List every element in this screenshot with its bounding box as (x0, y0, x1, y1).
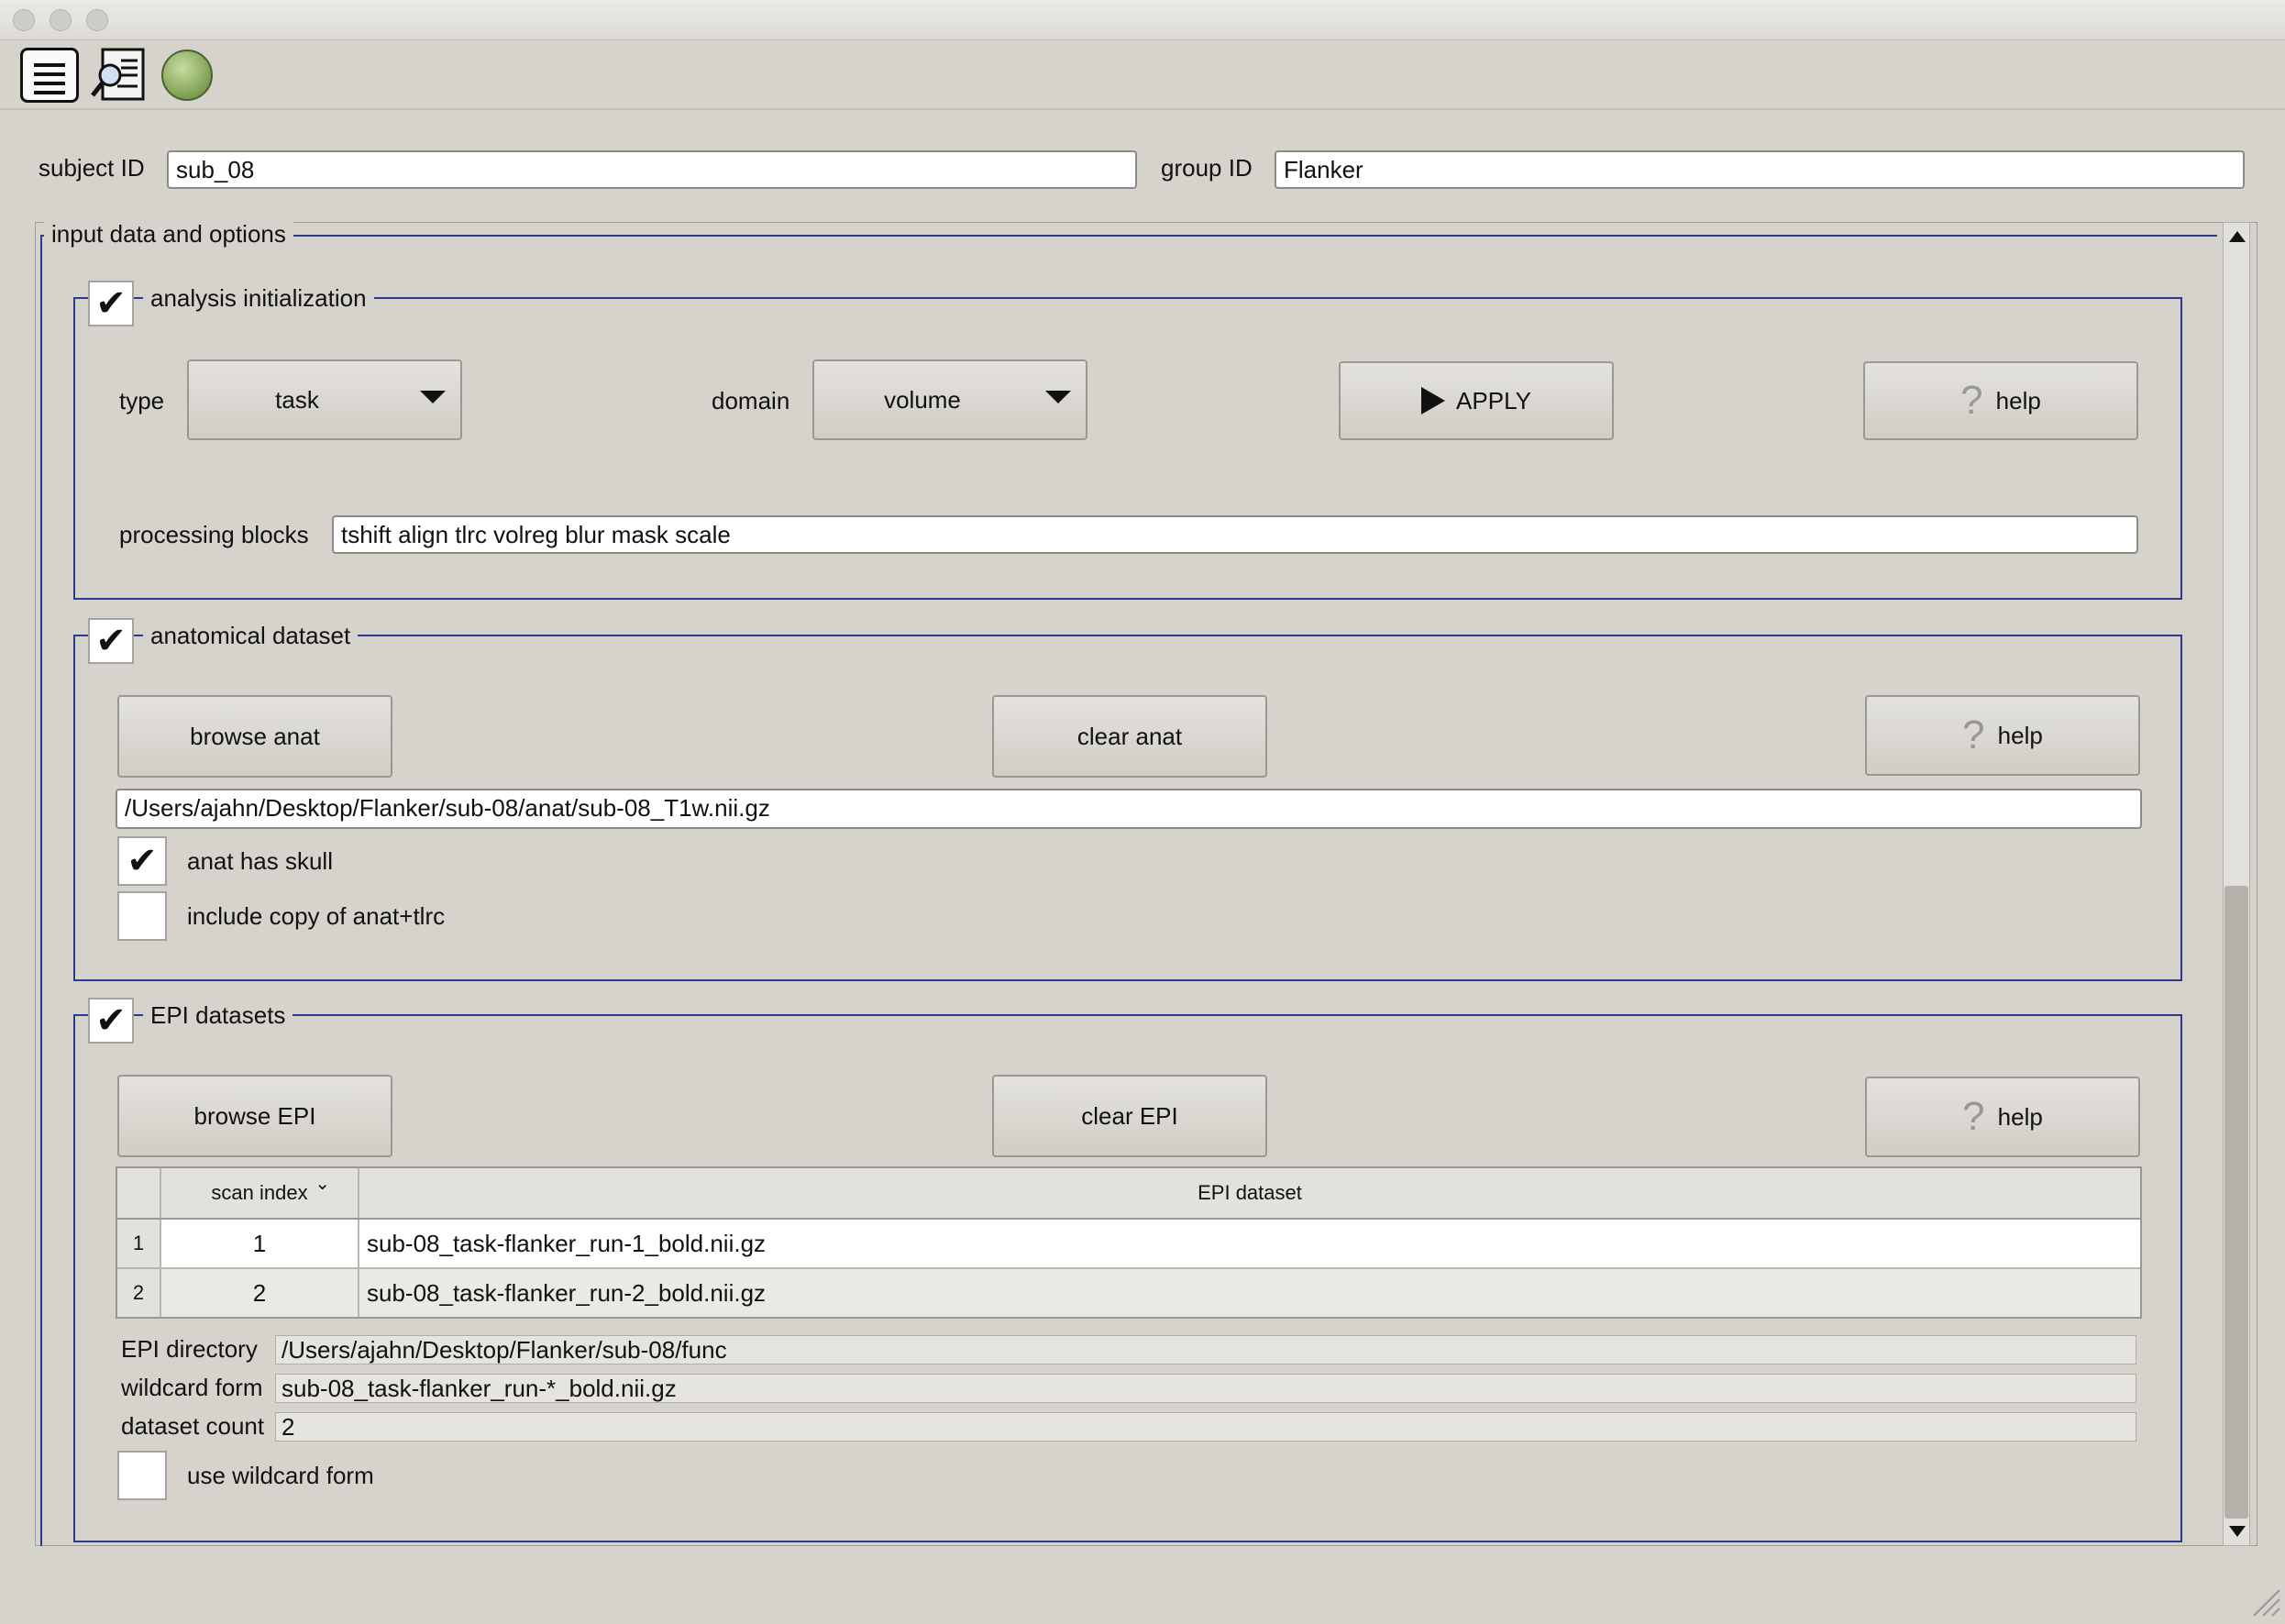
browse-anat-button[interactable]: browse anat (117, 695, 392, 778)
analysis-help-button[interactable]: ? help (1863, 361, 2138, 440)
epi-dataset-cell[interactable]: sub-08_task-flanker_run-1_bold.nii.gz (367, 1220, 2109, 1267)
minimize-window-button[interactable] (50, 9, 72, 31)
anat-title: anatomical dataset (143, 622, 359, 650)
browse-epi-button[interactable]: browse EPI (117, 1075, 392, 1157)
row-number: 2 (117, 1269, 161, 1317)
anat-skull-label: anat has skull (187, 847, 333, 875)
epi-title: EPI datasets (143, 1001, 293, 1030)
domain-select[interactable]: volume (812, 359, 1087, 440)
inspect-icon[interactable] (90, 48, 149, 103)
scan-index-cell[interactable]: 1 (161, 1220, 359, 1267)
dataset-count-label: dataset count (121, 1412, 265, 1440)
domain-label: domain (712, 387, 790, 414)
scroll-down-arrow-icon[interactable] (2228, 1522, 2246, 1541)
type-select[interactable]: task (187, 359, 462, 440)
epi-help-button[interactable]: ? help (1865, 1077, 2140, 1157)
table-row[interactable]: 2 2 sub-08_task-flanker_run-2_bold.nii.g… (117, 1269, 2140, 1317)
zoom-window-button[interactable] (86, 9, 108, 31)
group-id-field[interactable]: Flanker (1275, 150, 2245, 189)
use-wildcard-label: use wildcard form (187, 1462, 374, 1489)
analysis-init-title: analysis initialization (143, 284, 374, 313)
chevron-down-icon (420, 391, 446, 403)
table-row[interactable]: 1 1 sub-08_task-flanker_run-1_bold.nii.g… (117, 1220, 2140, 1269)
scan-index-cell[interactable]: 2 (161, 1269, 359, 1317)
processing-blocks-field[interactable]: tshift align tlrc volreg blur mask scale (332, 515, 2138, 554)
processing-blocks-label: processing blocks (119, 521, 309, 548)
group-id-label: group ID (1161, 154, 1253, 182)
toolbar (0, 40, 2285, 110)
epi-directory-value: /Users/ajahn/Desktop/Flanker/sub-08/func (275, 1335, 2136, 1364)
epi-directory-label: EPI directory (121, 1335, 258, 1363)
clear-anat-button[interactable]: clear anat (992, 695, 1267, 778)
apply-button[interactable]: APPLY (1339, 361, 1614, 440)
epi-help-label: help (1997, 1102, 2043, 1131)
scan-index-header[interactable]: scan index ⌄ (161, 1168, 359, 1218)
row-number: 1 (117, 1220, 161, 1267)
analysis-help-label: help (1995, 386, 2041, 414)
epi-table: scan index ⌄ EPI dataset 1 1 sub-08_task… (116, 1166, 2142, 1319)
wildcard-form-label: wildcard form (121, 1374, 263, 1401)
question-mark-icon: ? (1960, 378, 1983, 423)
analysis-init-checkbox[interactable]: ✔ (88, 281, 134, 326)
epi-dataset-header[interactable]: EPI dataset (359, 1168, 2140, 1218)
subject-id-field[interactable]: sub_08 (167, 150, 1137, 189)
apply-button-label: APPLY (1456, 386, 1531, 414)
domain-select-value: volume (884, 385, 961, 414)
scan-index-header-label: scan index (211, 1181, 308, 1204)
clear-epi-button[interactable]: clear EPI (992, 1075, 1267, 1157)
close-window-button[interactable] (13, 9, 35, 31)
subject-id-label: subject ID (39, 154, 145, 182)
type-select-value: task (275, 385, 319, 414)
sort-chevron-icon: ⌄ (315, 1174, 330, 1194)
document-list-icon[interactable] (20, 48, 79, 103)
epi-dataset-cell[interactable]: sub-08_task-flanker_run-2_bold.nii.gz (367, 1269, 2109, 1317)
chevron-down-icon (1045, 391, 1071, 403)
epi-checkbox[interactable]: ✔ (88, 998, 134, 1044)
anat-checkbox[interactable]: ✔ (88, 618, 134, 664)
resize-grip-icon[interactable] (2250, 1586, 2281, 1618)
input-options-title: input data and options (44, 220, 293, 249)
window-title-bar (0, 0, 2285, 40)
wildcard-form-value: sub-08_task-flanker_run-*_bold.nii.gz (275, 1374, 2136, 1403)
scroll-up-arrow-icon[interactable] (2228, 227, 2246, 246)
question-mark-icon: ? (1962, 1094, 1985, 1139)
analysis-init-group (73, 297, 2182, 600)
question-mark-icon: ? (1962, 713, 1985, 757)
anat-help-label: help (1997, 721, 2043, 749)
use-wildcard-checkbox[interactable] (117, 1451, 167, 1500)
green-circle-icon[interactable] (161, 50, 213, 101)
anat-skull-checkbox[interactable]: ✔ (117, 836, 167, 886)
play-icon (1421, 387, 1446, 414)
scrollbar-thumb[interactable] (2224, 886, 2248, 1519)
anat-path-field[interactable]: /Users/ajahn/Desktop/Flanker/sub-08/anat… (116, 789, 2142, 829)
type-label: type (119, 387, 165, 414)
epi-table-header: scan index ⌄ EPI dataset (117, 1168, 2140, 1220)
dataset-count-value: 2 (275, 1412, 2136, 1442)
anat-copy-checkbox[interactable] (117, 891, 167, 941)
anat-help-button[interactable]: ? help (1865, 695, 2140, 776)
anat-copy-label: include copy of anat+tlrc (187, 902, 446, 930)
